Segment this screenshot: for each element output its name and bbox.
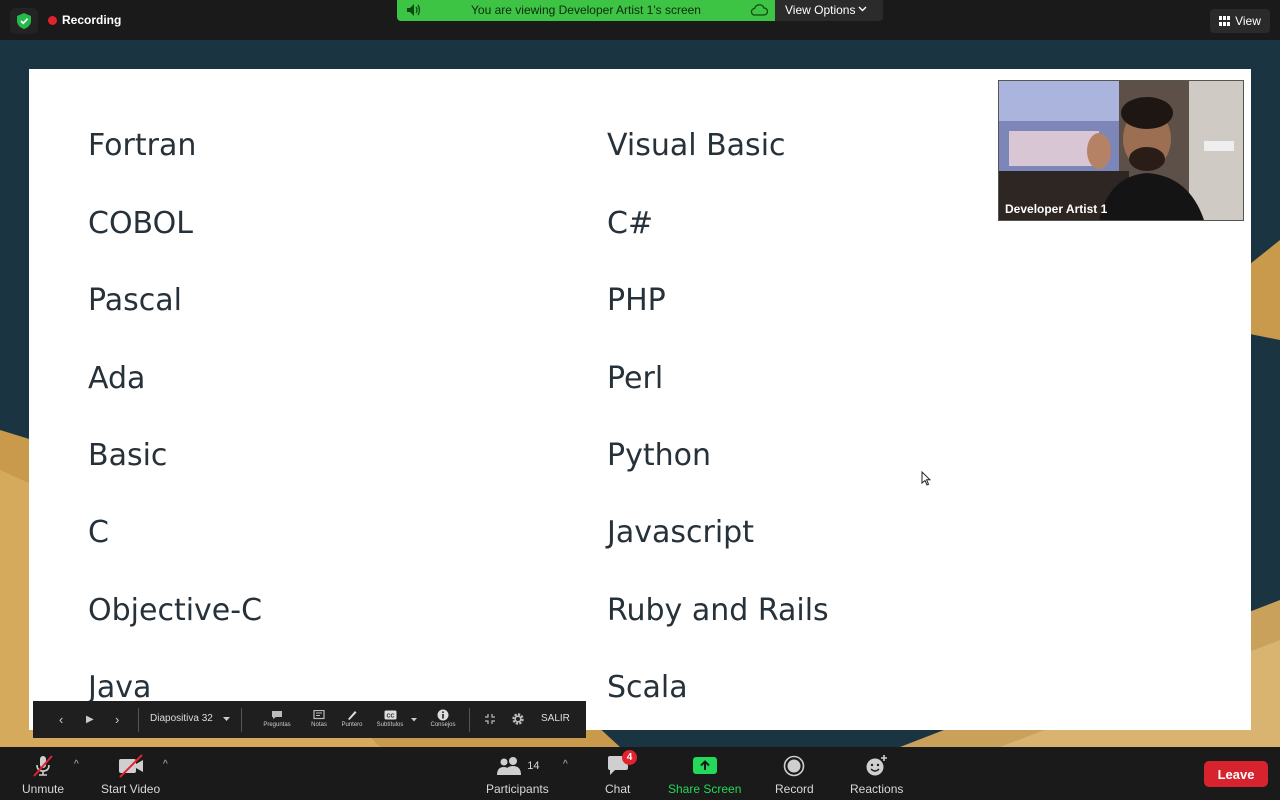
unmute-button[interactable]: Unmute [22,753,64,796]
subtitles-tool[interactable]: CC Subtítulos [368,708,412,728]
toolbar-divider [138,708,139,732]
caret-down-icon[interactable] [411,718,417,722]
language-item: Ada [88,361,146,396]
language-item: Visual Basic [607,128,786,163]
share-screen-label: Share Screen [668,782,742,796]
language-item: Javascript [607,515,754,550]
participants-label: Participants [486,782,549,796]
banner-text: You are viewing Developer Artist 1's scr… [471,3,701,17]
top-bar: Recording You are viewing Developer Arti… [0,0,1280,40]
previous-slide-icon[interactable]: ‹ [59,712,63,727]
recording-indicator[interactable]: Recording [48,13,121,27]
questions-tool[interactable]: Preguntas [255,708,299,728]
captions-icon: CC [368,708,412,722]
language-item: Fortran [88,128,197,163]
language-item: COBOL [88,206,193,241]
cloud-icon [750,4,768,16]
exit-slideshow-button[interactable]: SALIR [541,713,570,724]
speech-bubble-icon [255,708,299,722]
language-item: Perl [607,361,664,396]
mouse-cursor-icon [921,471,931,486]
muted-microphone-icon [30,753,56,779]
view-label: View [1235,14,1261,28]
start-video-button[interactable]: Start Video [101,753,160,796]
play-icon[interactable]: ▶ [86,714,94,725]
view-options-label: View Options [785,3,856,17]
record-icon [783,753,805,779]
language-item: Scala [607,670,688,705]
tool-label: Subtítulos [376,722,404,728]
language-item: PHP [607,283,666,318]
slideshow-toolbar: ‹ ▶ › Diapositiva 32 Preguntas Notas Pun… [33,701,586,738]
view-options-menu[interactable]: View Options [775,0,883,21]
info-icon [421,708,465,722]
exit-fullscreen-icon[interactable] [485,714,495,724]
slide-number-label[interactable]: Diapositiva 32 [150,713,213,724]
reactions-button[interactable]: Reactions [850,753,903,796]
language-item: C# [607,206,654,241]
screen-share-banner: You are viewing Developer Artist 1's scr… [397,0,775,21]
record-button[interactable]: Record [775,753,814,796]
view-button[interactable]: View [1210,9,1270,33]
recording-dot-icon [48,15,57,25]
tool-label: Consejos [430,722,456,728]
tips-tool[interactable]: Consejos [421,708,465,728]
video-options-caret-icon[interactable]: ^ [163,759,168,770]
record-label: Record [775,782,814,796]
reactions-label: Reactions [850,782,904,796]
settings-gear-icon[interactable] [511,712,525,726]
tool-label: Preguntas [263,722,291,728]
share-screen-icon [692,753,718,779]
video-off-icon [116,753,146,779]
add-reaction-icon [865,753,889,779]
unmute-label: Unmute [22,782,65,796]
language-item: Pascal [88,283,182,318]
language-item: Ruby and Rails [607,593,829,628]
participants-count: 14 [527,760,540,772]
language-item: Python [607,438,711,473]
leave-meeting-button[interactable]: Leave [1204,761,1268,787]
participants-caret-icon[interactable]: ^ [563,759,568,770]
toolbar-divider [469,708,470,732]
toolbar-divider [241,708,242,732]
start-video-label: Start Video [101,782,161,796]
chat-label: Chat [605,782,631,796]
meeting-controls-bar: Unmute ^ Start Video ^ 14 Participants ^… [0,747,1280,800]
participant-name-label: Developer Artist 1 [1005,202,1108,216]
grid-view-icon [1219,16,1231,26]
people-icon [497,757,522,775]
svg-text:CC: CC [386,713,394,719]
caret-down-icon[interactable] [223,717,230,722]
language-item: Java [88,670,152,705]
language-item: C [88,515,109,550]
audio-options-caret-icon[interactable]: ^ [74,759,79,770]
language-item: Objective-C [88,593,263,628]
next-slide-icon[interactable]: › [115,712,119,727]
language-item: Basic [88,438,168,473]
participant-video-tile[interactable]: Developer Artist 1 [998,80,1244,221]
participant-video-image [999,81,1243,220]
participants-button[interactable]: 14 Participants [486,753,549,796]
chevron-down-icon [858,6,867,12]
share-screen-button[interactable]: Share Screen [668,753,741,796]
participants-icon-group: 14 [495,753,539,779]
recording-label: Recording [62,13,122,27]
security-shield-icon[interactable] [10,8,38,34]
chat-unread-badge: 4 [622,750,637,765]
